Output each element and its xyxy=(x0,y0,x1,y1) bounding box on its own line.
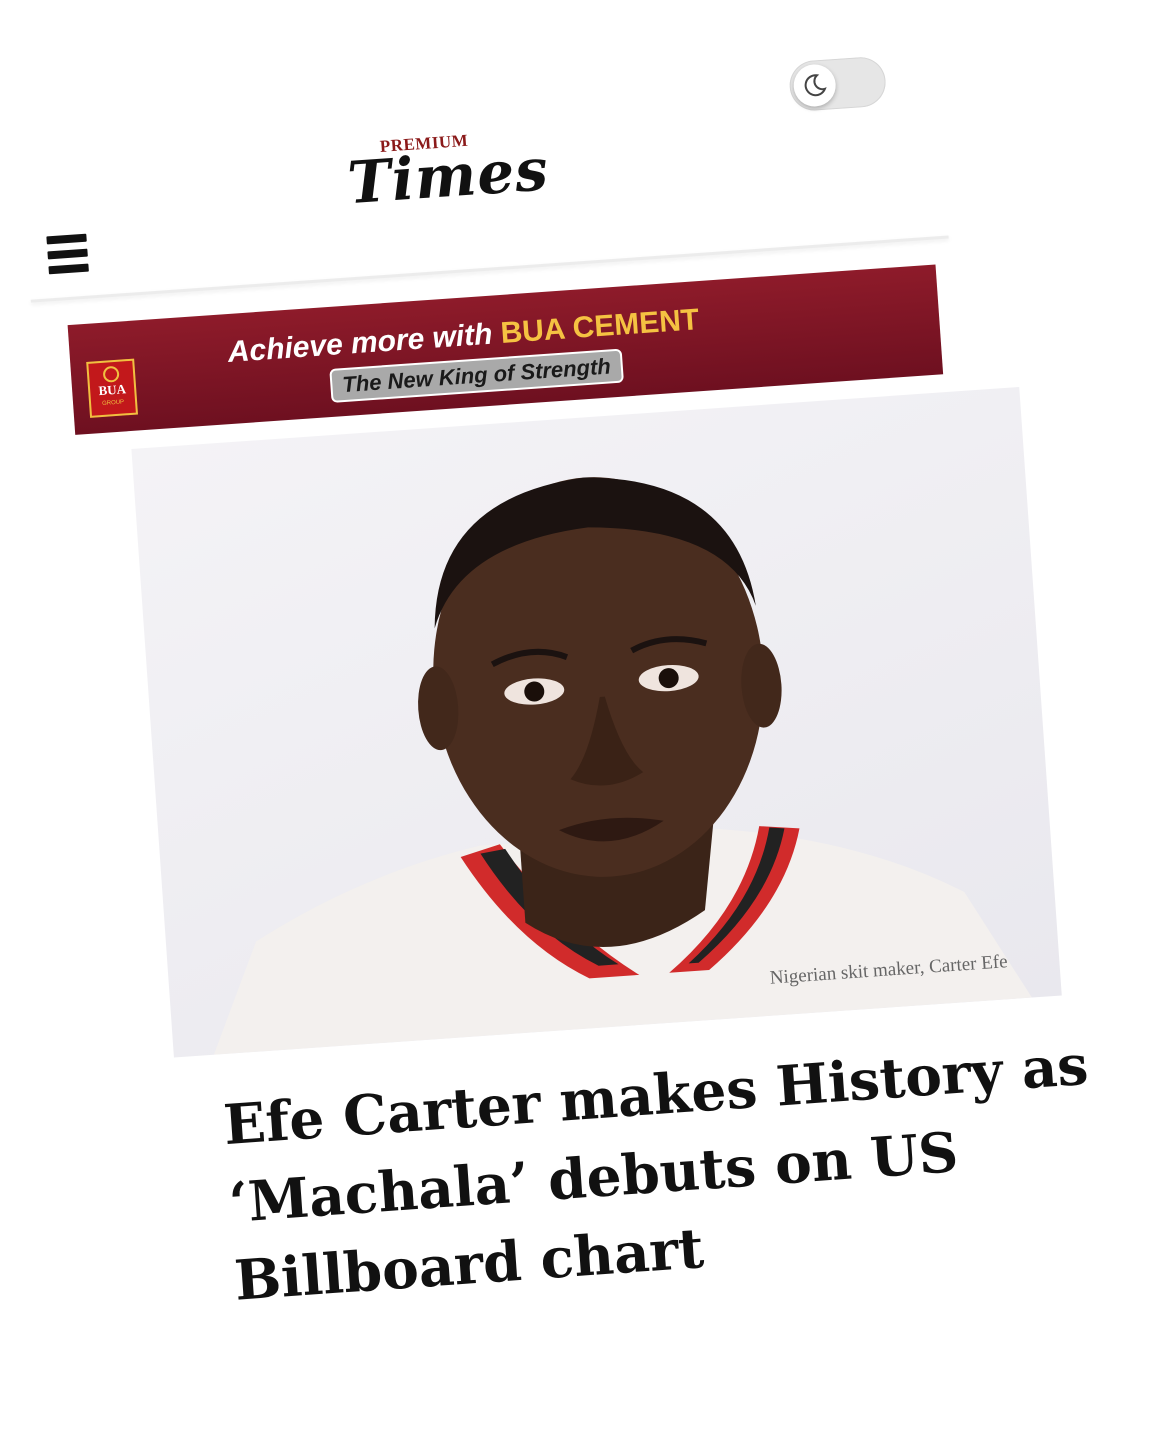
globe-icon xyxy=(102,365,120,383)
site-logo[interactable]: PREMIUM Times xyxy=(325,120,571,227)
article-headline[interactable]: Efe Carter makes History as ‘Machala’ de… xyxy=(221,1025,1115,1320)
article-hero-image[interactable]: Nigerian skit maker, Carter Efe xyxy=(131,386,1062,1058)
menu-bar xyxy=(47,248,88,260)
ad-headline-brand: BUA CEMENT xyxy=(499,303,701,350)
dark-mode-toggle[interactable] xyxy=(788,55,888,113)
menu-bar xyxy=(46,233,87,245)
ad-logo-text: BUA xyxy=(97,381,127,399)
page: PREMIUM Times BUA GROUP Achieve more wit… xyxy=(0,0,1170,1452)
ad-logo-subtext: GROUP xyxy=(101,399,125,407)
bua-logo: BUA GROUP xyxy=(86,358,138,418)
toggle-knob xyxy=(792,63,838,108)
logo-wordmark: Times xyxy=(345,135,551,218)
moon-icon xyxy=(804,74,827,97)
menu-bar xyxy=(48,263,89,275)
hamburger-menu-button[interactable] xyxy=(46,233,93,275)
